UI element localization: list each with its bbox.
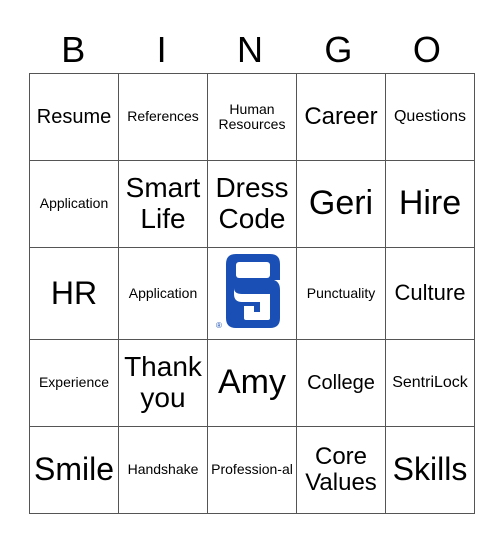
bingo-cell[interactable]: Smart Life <box>118 160 208 249</box>
bingo-grid: Resume References Human Resources Career… <box>29 72 475 515</box>
header-letter: I <box>156 29 167 70</box>
bingo-cell[interactable]: SentriLock <box>385 338 475 427</box>
header-letter: N <box>237 29 264 70</box>
grid-row: Smile Handshake Profession-al Core Value… <box>29 425 475 515</box>
bingo-cell[interactable]: College <box>296 338 386 427</box>
bingo-cell[interactable]: Questions <box>385 72 475 162</box>
free-space-cell[interactable]: ® <box>207 247 297 340</box>
bingo-cell[interactable]: Dress Code <box>207 160 297 249</box>
grid-row: Application Smart Life Dress Code Geri H… <box>29 160 475 249</box>
grid-row: Resume References Human Resources Career… <box>29 72 475 162</box>
bingo-cell[interactable]: Experience <box>29 338 119 427</box>
bingo-cell[interactable]: Profession-al <box>207 425 297 515</box>
header-letter: G <box>324 29 353 70</box>
header-letter: O <box>412 29 441 70</box>
registered-mark: ® <box>216 321 222 330</box>
bingo-cell[interactable]: Culture <box>385 247 475 340</box>
bingo-cell[interactable]: Core Values <box>296 425 386 515</box>
bingo-header: B I N G O <box>29 28 471 72</box>
bingo-cell[interactable]: Amy <box>207 338 297 427</box>
sentrilock-logo-icon: ® <box>216 254 280 330</box>
bingo-cell[interactable]: Handshake <box>118 425 208 515</box>
bingo-cell[interactable]: Thank you <box>118 338 208 427</box>
header-letter: B <box>61 29 86 70</box>
bingo-cell[interactable]: Skills <box>385 425 475 515</box>
bingo-cell[interactable]: Resume <box>29 72 119 162</box>
bingo-cell[interactable]: Punctuality <box>296 247 386 340</box>
bingo-cell[interactable]: Smile <box>29 425 119 515</box>
bingo-cell[interactable]: Geri <box>296 160 386 249</box>
bingo-cell[interactable]: Application <box>118 247 208 340</box>
bingo-cell[interactable]: Career <box>296 72 386 162</box>
bingo-cell[interactable]: Hire <box>385 160 475 249</box>
bingo-cell[interactable]: References <box>118 72 208 162</box>
bingo-cell[interactable]: HR <box>29 247 119 340</box>
grid-row: Experience Thank you Amy College SentriL… <box>29 338 475 427</box>
grid-row: HR Application ® Punctuality Culture <box>29 247 475 340</box>
bingo-cell[interactable]: Application <box>29 160 119 249</box>
bingo-cell[interactable]: Human Resources <box>207 72 297 162</box>
